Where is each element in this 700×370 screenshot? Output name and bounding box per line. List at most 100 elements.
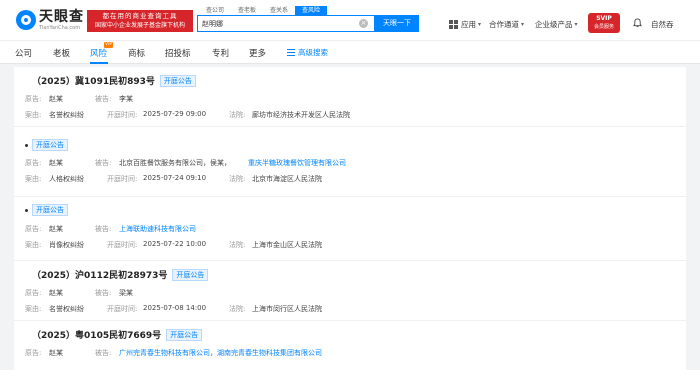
court-label: 法院: (229, 111, 246, 119)
case-number: （2025）粤0105民初7669号 (32, 331, 162, 341)
court-value: 廊坊市经济技术开发区人民法院 (252, 111, 350, 119)
defendant-label: 被告: (95, 349, 112, 357)
search-type-tabs: 查公司 查老板 查关系 查风险 (199, 6, 328, 15)
grid-icon (449, 20, 458, 29)
logo-eye-icon (16, 10, 36, 30)
clear-icon[interactable]: × (359, 19, 368, 28)
plaintiff-label: 原告: (25, 225, 42, 233)
hearing-time-label: 开庭时间: (107, 305, 138, 313)
cause-value: 肖像权纠纷 (49, 241, 84, 249)
search-input[interactable] (202, 18, 352, 29)
defendant-label: 被告: (95, 159, 112, 167)
advanced-search-label: 高级搜索 (298, 48, 328, 57)
cause-value: 名誉权纠纷 (49, 111, 84, 119)
search-tab-company[interactable]: 查公司 (199, 6, 231, 15)
defendant-company-link[interactable]: 上海联助速科技有限公司 (119, 224, 196, 234)
defendant-company-link[interactable]: 重庆半糖玫瑰餐饮管理有限公司 (248, 158, 346, 168)
plaintiff-label: 原告: (25, 349, 42, 357)
status-badge: 开庭公告 (32, 139, 68, 151)
status-badge: 开庭公告 (159, 74, 196, 87)
defendant-label: 被告: (95, 225, 112, 233)
chevron-down-icon: ▾ (574, 21, 578, 28)
court-label: 法院: (229, 305, 246, 313)
cause-label: 案由: (25, 305, 42, 313)
plaintiff-value: 赵某 (49, 159, 63, 167)
case-title[interactable]: （2025）冀1091民初893号 开庭公告 (32, 74, 196, 87)
hearing-time-value: 2025-07-22 10:00 (143, 240, 207, 248)
advanced-search-link[interactable]: 高级搜索 (287, 47, 328, 58)
nav-tab-patent[interactable]: 专利 (212, 47, 229, 59)
plaintiff-value: 赵某 (49, 349, 63, 357)
promo-banner[interactable]: 都在用的商业查询工具 国家中小企业发展子基金旗下机构 (87, 10, 193, 32)
cause-label: 案由: (25, 175, 42, 183)
logo-text: 天眼查 TianYanCha.com (39, 9, 84, 31)
vip-badge: VIP (104, 42, 114, 48)
enterprise-menu-label: 企业级产品 (535, 20, 573, 29)
defendant-company-link[interactable]: 广州完青春生物科技有限公司，湖南完青春生物科技集团有限公司 (119, 348, 322, 358)
chevron-down-icon: ▾ (478, 21, 482, 28)
court-value: 上海市金山区人民法院 (252, 241, 322, 249)
court-label: 法院: (229, 175, 246, 183)
app-menu[interactable]: 应用 ▾ (449, 19, 481, 30)
case-number: （2025）冀1091民初893号 (32, 77, 155, 87)
user-name[interactable]: 自然吞 (651, 19, 674, 30)
hearing-time-value: 2025-07-08 14:00 (143, 304, 207, 312)
list-item[interactable]: （2025）沪0112民初28973号 开庭公告 原告: 赵某 被告: 梁某 案… (14, 261, 686, 321)
partner-menu[interactable]: 合作通道 ▾ (489, 19, 524, 30)
case-title[interactable]: （2025）沪0112民初28973号 开庭公告 (32, 268, 209, 281)
plaintiff-label: 原告: (25, 159, 42, 167)
partner-menu-label: 合作通道 (489, 20, 519, 29)
plaintiff-label: 原告: (25, 95, 42, 103)
nav-tab-company[interactable]: 公司 (15, 47, 32, 59)
logo[interactable]: 天眼查 TianYanCha.com (16, 9, 84, 31)
nav-tab-trademark[interactable]: 商标 (128, 47, 145, 59)
hearing-time-label: 开庭时间: (107, 241, 138, 249)
results-list: （2025）冀1091民初893号 开庭公告 原告: 赵某 被告: 李某 案由:… (14, 67, 686, 370)
app-menu-label: 应用 (461, 20, 476, 29)
list-item[interactable]: 开庭公告 原告: 赵某 被告: 上海联助速科技有限公司 案由: 肖像权纠纷 开庭… (14, 197, 686, 261)
cause-label: 案由: (25, 241, 42, 249)
nav-tab-boss[interactable]: 老板 (53, 47, 70, 59)
case-number: （2025）沪0112民初28973号 (32, 271, 168, 281)
bullet-dot (25, 209, 28, 212)
search-button[interactable]: 天眼一下 (375, 15, 419, 32)
enterprise-menu[interactable]: 企业级产品 ▾ (535, 19, 578, 30)
defendant-value: 梁某 (119, 289, 133, 297)
nav-tab-more[interactable]: 更多 (249, 47, 266, 59)
logo-domain: TianYanCha.com (39, 25, 81, 31)
svip-button[interactable]: SVIP 会员服务 (588, 13, 620, 33)
court-value: 上海市闵行区人民法院 (252, 305, 322, 313)
logo-name: 天眼查 (39, 9, 84, 25)
search-tab-risk[interactable]: 查风险 (295, 6, 328, 15)
nav-tab-bidding[interactable]: 招投标 (165, 47, 191, 59)
hearing-time-label: 开庭时间: (107, 175, 138, 183)
status-badge: 开庭公告 (32, 204, 68, 216)
list-item[interactable]: 开庭公告 原告: 赵某 被告: 北京百胜餐饮服务有限公司，侯某， 重庆半糖玫瑰餐… (14, 127, 686, 197)
hearing-time-label: 开庭时间: (107, 111, 138, 119)
court-label: 法院: (229, 241, 246, 249)
top-header: 天眼查 TianYanCha.com 都在用的商业查询工具 国家中小企业发展子基… (0, 0, 700, 40)
plaintiff-value: 赵某 (49, 289, 63, 297)
main-nav: 公司 老板 风险 VIP 商标 招投标 专利 更多 高级搜索 (0, 40, 700, 64)
chevron-down-icon: ▾ (521, 21, 525, 28)
status-badge: 开庭公告 (172, 268, 209, 281)
plaintiff-label: 原告: (25, 289, 42, 297)
search-box: × (197, 15, 375, 32)
cause-value: 名誉权纠纷 (49, 305, 84, 313)
cause-value: 人格权纠纷 (49, 175, 84, 183)
nav-tab-risk[interactable]: 风险 (90, 47, 107, 59)
status-badge: 开庭公告 (166, 328, 203, 341)
list-item[interactable]: （2025）粤0105民初7669号 开庭公告 原告: 赵某 被告: 广州完青春… (14, 321, 686, 370)
bell-icon[interactable] (633, 18, 642, 28)
defendant-value: 北京百胜餐饮服务有限公司，侯某， (119, 159, 231, 167)
promo-line1: 都在用的商业查询工具 (102, 12, 178, 20)
defendant-label: 被告: (95, 95, 112, 103)
case-title[interactable]: （2025）粤0105民初7669号 开庭公告 (32, 328, 203, 341)
plaintiff-value: 赵某 (49, 225, 63, 233)
search-tab-relation[interactable]: 查关系 (263, 6, 295, 15)
plaintiff-value: 赵某 (49, 95, 63, 103)
list-item[interactable]: （2025）冀1091民初893号 开庭公告 原告: 赵某 被告: 李某 案由:… (14, 67, 686, 127)
search-tab-boss[interactable]: 查老板 (231, 6, 263, 15)
defendant-label: 被告: (95, 289, 112, 297)
promo-line2: 国家中小企业发展子基金旗下机构 (94, 22, 185, 29)
